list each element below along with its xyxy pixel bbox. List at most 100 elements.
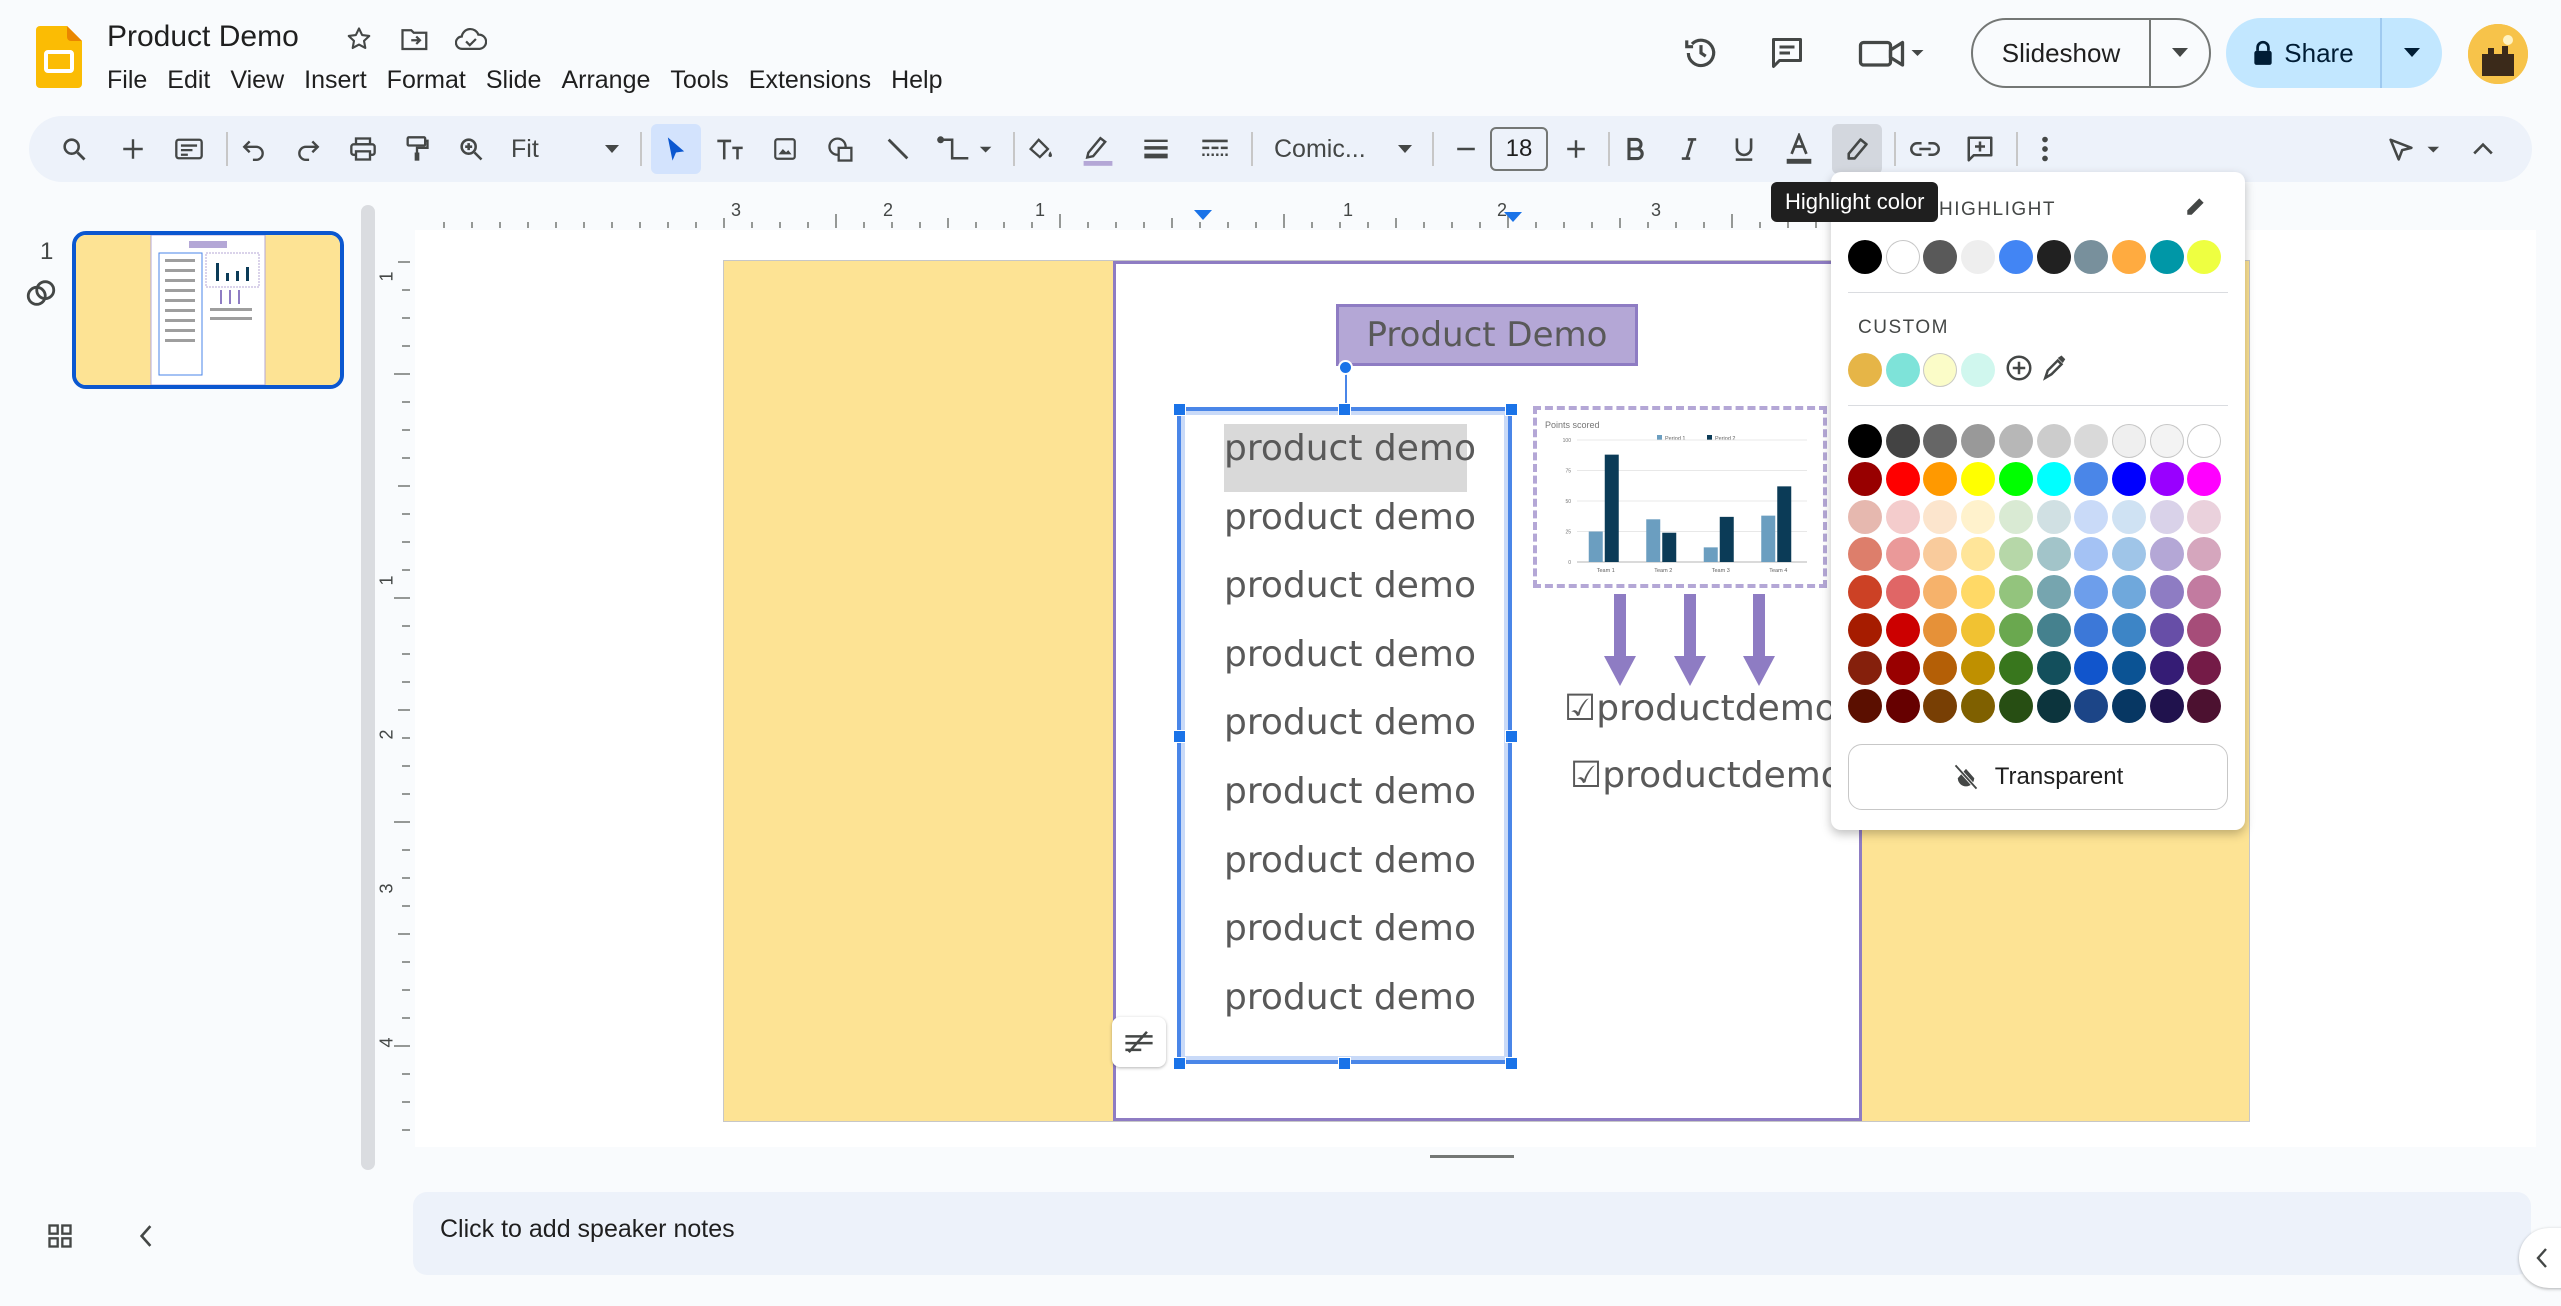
palette-color-swatch[interactable] [2187,461,2222,496]
palette-color-swatch[interactable] [1998,537,2033,572]
menu-insert[interactable]: Insert [294,64,377,97]
eyedropper-icon[interactable] [2040,353,2068,383]
palette-color-swatch[interactable] [2074,537,2109,572]
palette-color-swatch[interactable] [2187,424,2222,458]
palette-color-swatch[interactable] [2036,613,2071,647]
palette-color-swatch[interactable] [2036,688,2071,723]
line-tool-icon[interactable] [873,124,923,174]
palette-color-swatch[interactable] [2111,688,2146,723]
menu-slide[interactable]: Slide [476,64,552,97]
increase-font-size-icon[interactable] [1551,124,1601,174]
palette-color-swatch[interactable] [1923,688,1958,723]
theme-color-swatch[interactable] [2187,240,2222,274]
palette-color-swatch[interactable] [1923,650,1958,685]
resize-handle[interactable] [1338,403,1351,416]
palette-color-swatch[interactable] [1998,461,2033,496]
edit-theme-pencil-icon[interactable] [2184,194,2208,218]
text-box-tool-icon[interactable] [705,124,755,174]
custom-color-swatch[interactable] [1848,353,1882,387]
palette-color-swatch[interactable] [1923,499,1958,534]
palette-color-swatch[interactable] [1885,461,1920,496]
resize-handle[interactable] [1505,1057,1518,1070]
print-icon[interactable] [338,124,388,174]
custom-color-swatch[interactable] [1923,353,1958,387]
custom-color-swatch[interactable] [1885,353,1920,387]
resize-handle[interactable] [1338,1057,1351,1070]
theme-color-swatch[interactable] [2074,240,2109,274]
palette-color-swatch[interactable] [2036,461,2071,496]
text-line[interactable]: product demo [1224,905,1476,953]
new-slide-plus-icon[interactable] [108,124,158,174]
palette-color-swatch[interactable] [2036,650,2071,685]
palette-color-swatch[interactable] [2074,499,2109,534]
fill-color-icon[interactable] [1016,124,1066,174]
embedded-chart[interactable]: Points scored Period 1 Period 2 0 25 50 75 10… [1533,406,1827,588]
palette-color-swatch[interactable] [2187,650,2222,685]
theme-color-swatch[interactable] [2111,240,2146,274]
collapse-filmstrip-chevron-left-icon[interactable] [138,1224,154,1248]
palette-color-swatch[interactable] [1998,575,2033,610]
slides-logo[interactable] [36,26,82,88]
palette-color-swatch[interactable] [2036,424,2071,458]
palette-color-swatch[interactable] [1961,499,1996,534]
redo-icon[interactable] [283,124,333,174]
highlight-color-icon[interactable] [1832,124,1882,174]
palette-color-swatch[interactable] [1998,613,2033,647]
palette-color-swatch[interactable] [1998,688,2033,723]
connector-tool-icon[interactable] [930,124,1002,174]
palette-color-swatch[interactable] [2074,424,2109,458]
notes-resize-handle[interactable] [1430,1155,1514,1158]
palette-color-swatch[interactable] [2187,575,2222,610]
text-line[interactable]: product demo [1224,494,1476,542]
font-family-select[interactable]: Comic... [1268,124,1418,174]
palette-color-swatch[interactable] [1885,499,1920,534]
cloud-saved-icon[interactable] [454,22,488,56]
italic-icon[interactable] [1664,124,1714,174]
palette-color-swatch[interactable] [1961,575,1996,610]
text-line[interactable]: product demo [1224,768,1476,816]
resize-handle[interactable] [1173,403,1186,416]
palette-color-swatch[interactable] [2111,575,2146,610]
palette-color-swatch[interactable] [2111,461,2146,496]
palette-color-swatch[interactable] [2187,688,2222,723]
palette-color-swatch[interactable] [2111,650,2146,685]
filmstrip-scrollbar[interactable] [361,205,375,1170]
slide-layout-icon[interactable] [164,124,214,174]
search-menus-icon[interactable] [49,124,99,174]
palette-color-swatch[interactable] [1961,613,1996,647]
bold-icon[interactable] [1610,124,1660,174]
palette-color-swatch[interactable] [1848,461,1882,496]
palette-color-swatch[interactable] [1848,537,1882,572]
text-color-icon[interactable] [1774,124,1824,174]
menu-edit[interactable]: Edit [157,64,220,97]
share-button[interactable]: Share [2226,18,2382,88]
arrow-down-shape[interactable] [1743,594,1775,686]
rotate-handle[interactable] [1338,360,1353,375]
resize-handle[interactable] [1173,730,1186,743]
palette-color-swatch[interactable] [1961,688,1996,723]
palette-color-swatch[interactable] [1885,537,1920,572]
transparent-button[interactable]: Transparent [1848,744,2228,810]
theme-color-swatch[interactable] [2036,240,2071,274]
zoom-select[interactable]: Fit [505,124,625,174]
palette-color-swatch[interactable] [1848,575,1882,610]
palette-color-swatch[interactable] [2036,499,2071,534]
speaker-notes[interactable]: Click to add speaker notes [413,1192,2531,1275]
comments-icon[interactable] [1762,28,1812,78]
palette-color-swatch[interactable] [2187,499,2222,534]
palette-color-swatch[interactable] [2111,424,2146,458]
arrow-down-shape[interactable] [1604,594,1636,686]
horizontal-ruler[interactable]: 3 2 1 1 2 3 [415,200,1842,228]
slideshow-button[interactable]: Slideshow [1973,20,2151,86]
palette-color-swatch[interactable] [1923,575,1958,610]
palette-color-swatch[interactable] [2074,688,2109,723]
text-wrap-off-icon[interactable] [1112,1017,1166,1067]
palette-color-swatch[interactable] [1848,613,1882,647]
theme-color-swatch[interactable] [1961,240,1996,274]
palette-color-swatch[interactable] [2111,499,2146,534]
palette-color-swatch[interactable] [1885,650,1920,685]
select-tool-icon[interactable] [651,124,701,174]
text-line[interactable]: product demo [1224,425,1476,473]
menu-file[interactable]: File [107,64,157,97]
grid-view-icon[interactable] [46,1222,74,1250]
